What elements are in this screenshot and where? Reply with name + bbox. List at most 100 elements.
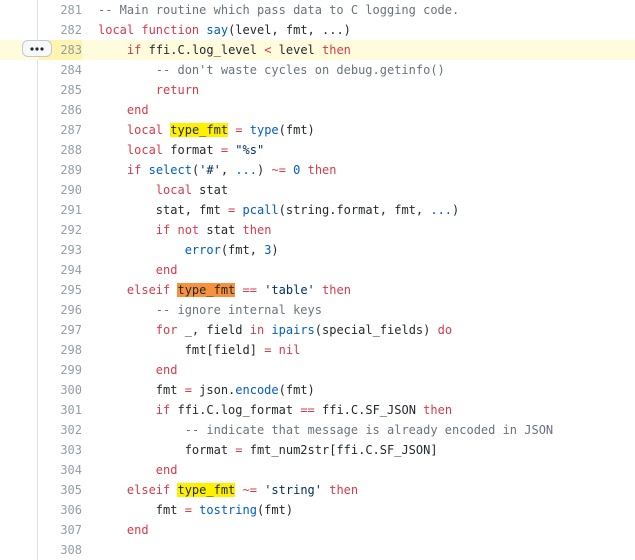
code-token: ffi.C.log_level: [148, 43, 265, 57]
code-line[interactable]: 307 end: [0, 520, 635, 540]
code-line[interactable]: 285 return: [0, 80, 635, 100]
code-token: =: [228, 203, 243, 217]
code-line[interactable]: 299 end: [0, 360, 635, 380]
code-token: '#': [199, 163, 221, 177]
code-text: elseif type_fmt == 'table' then: [98, 280, 351, 300]
code-line[interactable]: 305 elseif type_fmt ~= 'string' then: [0, 480, 635, 500]
line-number[interactable]: 305: [38, 480, 82, 500]
code-token: =: [264, 343, 279, 357]
line-number[interactable]: 286: [38, 100, 82, 120]
line-number[interactable]: 308: [38, 540, 82, 560]
code-line[interactable]: 284 -- don't waste cycles on debug.getin…: [0, 60, 635, 80]
search-match: type_fmt: [170, 123, 229, 137]
code-line[interactable]: 297 for _, field in ipairs(special_field…: [0, 320, 635, 340]
code-token: nil: [278, 343, 301, 357]
line-number[interactable]: 298: [38, 340, 82, 360]
line-number[interactable]: 300: [38, 380, 82, 400]
code-line[interactable]: 290 local stat: [0, 180, 635, 200]
code-token: -- ignore internal keys: [155, 303, 322, 317]
code-token: elseif: [126, 283, 178, 297]
line-number[interactable]: 307: [38, 520, 82, 540]
code-line[interactable]: 293 error(fmt, 3): [0, 240, 635, 260]
code-token: if: [155, 223, 178, 237]
code-line[interactable]: 289 if select('#', ...) ~= 0 then: [0, 160, 635, 180]
code-token: if: [155, 403, 178, 417]
code-line[interactable]: 291 stat, fmt = pcall(string.format, fmt…: [0, 200, 635, 220]
line-number[interactable]: 284: [38, 60, 82, 80]
code-line[interactable]: 282 local function say(level, fmt, ...): [0, 20, 635, 40]
code-token: (fmt): [256, 503, 294, 517]
line-number[interactable]: 306: [38, 500, 82, 520]
code-token: if: [126, 43, 149, 57]
code-line[interactable]: 302 -- indicate that message is already …: [0, 420, 635, 440]
code-line[interactable]: 304 end: [0, 460, 635, 480]
code-line[interactable]: 308: [0, 540, 635, 560]
line-number[interactable]: 293: [38, 240, 82, 260]
code-token: ipairs: [271, 323, 315, 337]
code-text: stat, fmt = pcall(string.format, fmt, ..…: [98, 200, 459, 220]
code-text: error(fmt, 3): [98, 240, 279, 260]
line-number[interactable]: 304: [38, 460, 82, 480]
line-number[interactable]: 301: [38, 400, 82, 420]
code-text: end: [98, 360, 178, 380]
code-token: ...: [235, 163, 258, 177]
line-number[interactable]: 288: [38, 140, 82, 160]
code-token: _, field: [184, 323, 250, 337]
line-number[interactable]: 290: [38, 180, 82, 200]
line-number[interactable]: 296: [38, 300, 82, 320]
code-line[interactable]: 294 end: [0, 260, 635, 280]
code-line[interactable]: 306 fmt = tostring(fmt): [0, 500, 635, 520]
code-text: local function say(level, fmt, ...): [98, 20, 351, 40]
code-lines: 281 -- Main routine which pass data to C …: [0, 0, 635, 560]
code-line[interactable]: 296 -- ignore internal keys: [0, 300, 635, 320]
line-number[interactable]: 285: [38, 80, 82, 100]
code-line[interactable]: 300 fmt = json.encode(fmt): [0, 380, 635, 400]
code-line[interactable]: 287 local type_fmt = type(fmt): [0, 120, 635, 140]
line-number[interactable]: 282: [38, 20, 82, 40]
line-number[interactable]: 302: [38, 420, 82, 440]
code-line[interactable]: 281 -- Main routine which pass data to C …: [0, 0, 635, 20]
line-number[interactable]: 289: [38, 160, 82, 180]
search-match: type_fmt: [177, 283, 236, 297]
line-number[interactable]: 292: [38, 220, 82, 240]
code-line[interactable]: 283 if ffi.C.log_level < level then: [0, 40, 635, 60]
code-text: end: [98, 520, 149, 540]
code-token: then: [329, 483, 359, 497]
line-number[interactable]: 297: [38, 320, 82, 340]
line-number[interactable]: 295: [38, 280, 82, 300]
code-line[interactable]: 301 if ffi.C.log_format == ffi.C.SF_JSON…: [0, 400, 635, 420]
code-line[interactable]: 292 if not stat then: [0, 220, 635, 240]
code-token: 'string': [264, 483, 322, 497]
code-token: format: [184, 443, 236, 457]
line-number[interactable]: 281: [38, 0, 82, 20]
code-token: return: [155, 83, 200, 97]
line-number[interactable]: 291: [38, 200, 82, 220]
line-number[interactable]: 294: [38, 260, 82, 280]
code-text: end: [98, 460, 178, 480]
code-text: fmt[field] = nil: [98, 340, 301, 360]
code-line[interactable]: 295 elseif type_fmt == 'table' then: [0, 280, 635, 300]
line-number[interactable]: 299: [38, 360, 82, 380]
code-token: =: [235, 123, 250, 137]
code-line[interactable]: 298 fmt[field] = nil: [0, 340, 635, 360]
code-token: end: [126, 523, 149, 537]
code-line[interactable]: 286 end: [0, 100, 635, 120]
line-number[interactable]: 287: [38, 120, 82, 140]
line-number[interactable]: 303: [38, 440, 82, 460]
line-actions-button[interactable]: [22, 40, 52, 57]
code-line[interactable]: 303 format = fmt_num2str[ffi.C.SF_JSON]: [0, 440, 635, 460]
code-token: -- don't waste cycles on debug.getinfo(): [155, 63, 445, 77]
code-line[interactable]: 288 local format = "%s": [0, 140, 635, 160]
